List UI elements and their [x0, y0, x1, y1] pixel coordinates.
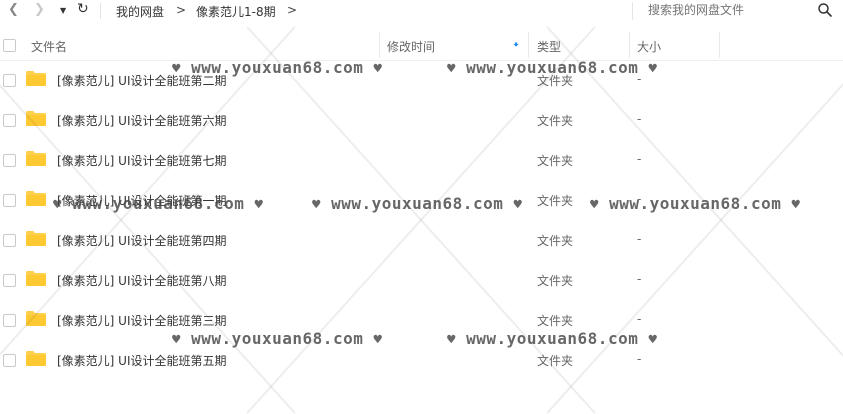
toolbar-divider: [100, 3, 101, 19]
file-name[interactable]: [像素范儿] UI设计全能班第三期: [57, 312, 227, 329]
breadcrumb-expand-icon[interactable]: >: [287, 3, 297, 17]
folder-icon: [26, 271, 46, 286]
row-checkbox[interactable]: [3, 354, 16, 367]
file-row[interactable]: [像素范儿] UI设计全能班第五期 文件夹 -: [0, 340, 843, 380]
folder-icon: [26, 111, 46, 126]
column-divider[interactable]: [379, 32, 380, 58]
folder-icon: [26, 231, 46, 246]
back-icon[interactable]: ❮: [8, 2, 19, 17]
file-name[interactable]: [像素范儿] UI设计全能班第五期: [57, 352, 227, 369]
row-checkbox[interactable]: [3, 74, 16, 87]
column-divider[interactable]: [528, 32, 529, 58]
file-size: -: [637, 192, 642, 206]
column-header-name[interactable]: 文件名: [31, 38, 67, 55]
file-row[interactable]: [像素范儿] UI设计全能班第一期 文件夹 -: [0, 180, 843, 220]
row-checkbox[interactable]: [3, 314, 16, 327]
file-name[interactable]: [像素范儿] UI设计全能班第六期: [57, 112, 227, 129]
sort-arrow-down-icon: 🠻: [513, 40, 520, 51]
file-size: -: [637, 232, 642, 246]
file-size: -: [637, 352, 642, 366]
toolbar: ❮ ❯ ▼ ↻ 我的网盘 > 像素范儿1-8期 >: [0, 0, 843, 22]
file-type: 文件夹: [537, 274, 574, 288]
search-input[interactable]: [648, 3, 808, 17]
row-checkbox[interactable]: [3, 154, 16, 167]
file-name[interactable]: [像素范儿] UI设计全能班第四期: [57, 232, 227, 249]
file-name[interactable]: [像素范儿] UI设计全能班第八期: [57, 272, 227, 289]
column-divider[interactable]: [719, 32, 720, 58]
file-type: 文件夹: [537, 234, 574, 248]
column-divider[interactable]: [629, 32, 630, 58]
row-checkbox[interactable]: [3, 114, 16, 127]
file-type: 文件夹: [537, 154, 574, 168]
file-row[interactable]: [像素范儿] UI设计全能班第四期 文件夹 -: [0, 220, 843, 260]
column-header-size[interactable]: 大小: [637, 38, 661, 55]
file-type: 文件夹: [537, 354, 574, 368]
history-dropdown-icon[interactable]: ▼: [60, 6, 66, 15]
select-all-checkbox[interactable]: [3, 39, 16, 52]
folder-icon: [26, 71, 46, 86]
forward-icon[interactable]: ❯: [34, 2, 45, 17]
breadcrumb-separator-icon: >: [176, 3, 187, 17]
row-checkbox[interactable]: [3, 234, 16, 247]
row-checkbox[interactable]: [3, 194, 16, 207]
file-size: -: [637, 112, 642, 126]
file-row[interactable]: [像素范儿] UI设计全能班第六期 文件夹 -: [0, 100, 843, 140]
file-name[interactable]: [像素范儿] UI设计全能班第二期: [57, 72, 227, 89]
file-type: 文件夹: [537, 314, 574, 328]
file-size: -: [637, 312, 642, 326]
file-row[interactable]: [像素范儿] UI设计全能班第二期 文件夹 -: [0, 60, 843, 100]
folder-icon: [26, 351, 46, 366]
column-header-type[interactable]: 类型: [537, 38, 561, 55]
file-list-header: 文件名 修改时间 🠻 类型 大小: [0, 30, 843, 61]
column-header-modified[interactable]: 修改时间: [387, 38, 435, 55]
breadcrumb-current[interactable]: 像素范儿1-8期: [196, 3, 276, 20]
file-type: 文件夹: [537, 114, 574, 128]
file-type: 文件夹: [537, 74, 574, 88]
file-size: -: [637, 72, 642, 86]
folder-icon: [26, 191, 46, 206]
file-name[interactable]: [像素范儿] UI设计全能班第七期: [57, 152, 227, 169]
file-row[interactable]: [像素范儿] UI设计全能班第七期 文件夹 -: [0, 140, 843, 180]
row-checkbox[interactable]: [3, 274, 16, 287]
file-row[interactable]: [像素范儿] UI设计全能班第八期 文件夹 -: [0, 260, 843, 300]
folder-icon: [26, 311, 46, 326]
file-row[interactable]: [像素范儿] UI设计全能班第三期 文件夹 -: [0, 300, 843, 340]
search-icon[interactable]: [817, 2, 833, 18]
refresh-icon[interactable]: ↻: [77, 1, 89, 17]
search-divider: [632, 2, 633, 20]
file-size: -: [637, 152, 642, 166]
file-type: 文件夹: [537, 194, 574, 208]
folder-icon: [26, 151, 46, 166]
file-size: -: [637, 272, 642, 286]
file-name[interactable]: [像素范儿] UI设计全能班第一期: [57, 192, 227, 209]
breadcrumb-root[interactable]: 我的网盘: [116, 3, 164, 20]
